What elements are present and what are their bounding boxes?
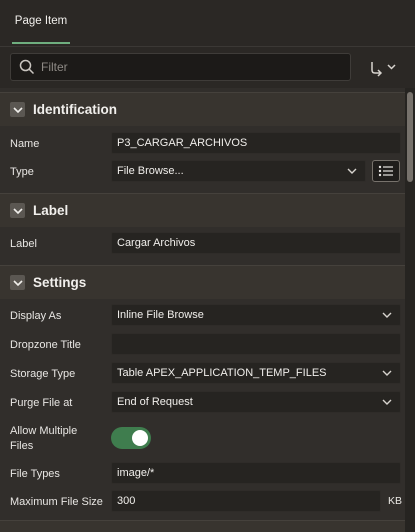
section-settings[interactable]: Settings — [0, 265, 405, 299]
property-row-type: Type File Browse... — [0, 160, 405, 182]
property-label: Display As — [10, 310, 62, 322]
label-field[interactable]: Cargar Archivos — [111, 232, 401, 254]
property-label: Label — [10, 238, 37, 250]
section-title: Settings — [33, 275, 87, 290]
collapse-button[interactable] — [10, 102, 25, 117]
select-value: Table APEX_APPLICATION_TEMP_FILES — [117, 367, 327, 379]
scrollbar-thumb[interactable] — [407, 92, 413, 182]
select-value: End of Request — [117, 396, 193, 408]
property-row-display-as: Display As Inline File Browse — [0, 304, 405, 326]
property-label: Storage Type — [10, 368, 76, 380]
list-icon — [378, 165, 393, 177]
property-row-purge-file: Purge File at End of Request — [0, 391, 405, 413]
search-icon — [19, 59, 35, 75]
property-label: Maximum File Size — [10, 496, 103, 508]
tab-page-item[interactable]: Page Item — [12, 0, 70, 44]
property-row-storage-type: Storage Type Table APEX_APPLICATION_TEMP… — [0, 362, 405, 384]
goto-group-icon — [371, 62, 396, 77]
toolbar — [0, 46, 415, 88]
section-title: Label — [33, 203, 69, 218]
select-value: Inline File Browse — [117, 309, 204, 321]
chevron-down-icon — [12, 207, 23, 214]
property-row-file-types: File Types image/* — [0, 462, 405, 484]
select-value: File Browse... — [117, 165, 184, 177]
max-file-size-field[interactable]: 300 — [111, 490, 381, 512]
collapse-button[interactable] — [10, 203, 25, 218]
chevron-down-icon — [382, 370, 392, 376]
collapse-button[interactable] — [10, 275, 25, 290]
display-as-select[interactable]: Inline File Browse — [111, 304, 401, 326]
toggle-knob — [132, 430, 148, 446]
property-label: Allow Multiple — [10, 425, 78, 437]
purge-file-select[interactable]: End of Request — [111, 391, 401, 413]
property-row-dropzone-title: Dropzone Title — [0, 333, 405, 355]
chevron-down-icon — [382, 399, 392, 405]
unit-label: KB — [388, 495, 403, 507]
chevron-down-icon — [12, 279, 23, 286]
list-of-values-button[interactable] — [372, 160, 400, 182]
goto-group-button[interactable] — [364, 57, 400, 79]
property-row-name: Name P3_CARGAR_ARCHIVOS — [0, 132, 405, 154]
property-label: Dropzone Title — [10, 339, 81, 351]
property-label: Purge File at — [10, 397, 73, 409]
property-label: Name — [10, 138, 40, 150]
name-field[interactable]: P3_CARGAR_ARCHIVOS — [111, 132, 401, 154]
property-label: File Types — [10, 468, 60, 480]
property-row-label: Label Cargar Archivos — [0, 232, 405, 254]
dropzone-title-field[interactable] — [111, 333, 401, 355]
next-section-edge — [0, 520, 405, 532]
property-row-max-file-size: Maximum File Size 300 KB — [0, 490, 405, 512]
filter-box[interactable] — [10, 53, 351, 81]
storage-type-select[interactable]: Table APEX_APPLICATION_TEMP_FILES — [111, 362, 401, 384]
allow-multiple-toggle[interactable] — [111, 427, 151, 449]
section-title: Identification — [33, 102, 117, 117]
type-select[interactable]: File Browse... — [111, 160, 366, 182]
property-label: Files — [10, 440, 34, 452]
filter-input[interactable] — [41, 60, 321, 74]
tab-bar: Page Item — [0, 0, 415, 46]
chevron-down-icon — [12, 106, 23, 113]
chevron-down-icon — [347, 168, 357, 174]
property-label: Type — [10, 166, 34, 178]
chevron-down-icon — [382, 312, 392, 318]
section-identification[interactable]: Identification — [0, 92, 405, 126]
file-types-field[interactable]: image/* — [111, 462, 401, 484]
property-row-allow-multiple: Allow Multiple Files — [0, 424, 405, 454]
section-label[interactable]: Label — [0, 193, 405, 227]
